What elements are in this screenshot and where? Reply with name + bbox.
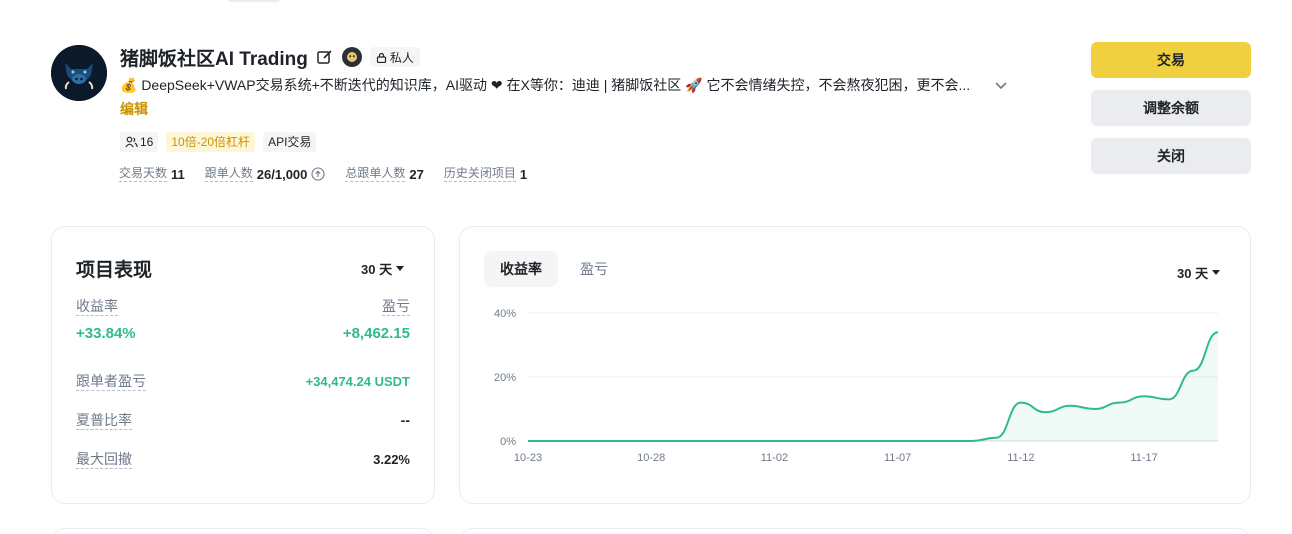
edit-icon[interactable] — [316, 48, 334, 66]
performance-title: 项目表现 — [76, 260, 153, 281]
roi-label: 收益率 — [76, 298, 118, 316]
stat-label: 交易天数 — [119, 166, 168, 182]
roi-value: +33.84% — [76, 325, 136, 342]
lock-icon — [376, 52, 387, 63]
stat-value: 11 — [171, 166, 185, 182]
pnl-label: 盈亏 — [382, 298, 410, 316]
leverage-tag: 10倍-20倍杠杆 — [166, 132, 256, 152]
x-tick-label: 11-07 — [884, 452, 911, 464]
x-tick-label: 11-12 — [1007, 452, 1034, 464]
sharpe-value: -- — [400, 412, 410, 428]
pnl-value: +8,462.15 — [342, 325, 410, 342]
stat-total-copiers: 总跟单人数 27 — [345, 166, 424, 182]
stat-trading-days: 交易天数 11 — [119, 166, 185, 182]
performance-card: 项目表现 30 天 收益率 盈亏 +33.84% +8,462.15 跟单者盈亏… — [51, 226, 435, 504]
x-tick-label: 10-28 — [637, 452, 665, 464]
y-tick-label: 0% — [500, 436, 516, 448]
x-tick-label: 11-02 — [761, 452, 788, 464]
lower-card-left — [51, 528, 435, 534]
private-label: 私人 — [389, 50, 414, 65]
stat-closed-projects: 历史关闭项目 1 — [443, 166, 528, 182]
private-badge: 私人 — [369, 47, 420, 67]
profile-stats: 交易天数 11 跟单人数 26/1,000 总跟单人数 27 历史关闭项目 1 — [119, 166, 527, 182]
stat-label: 总跟单人数 — [345, 166, 406, 182]
max-drawdown-value: 3.22% — [373, 452, 410, 467]
top-tab-indicator — [228, 0, 280, 2]
users-icon — [125, 136, 138, 148]
series-area — [528, 332, 1218, 441]
close-button[interactable]: 关闭 — [1091, 138, 1251, 174]
stat-value: 26/1,000 — [256, 166, 308, 182]
bot-badge-icon — [341, 47, 362, 67]
edit-link[interactable]: 编辑 — [120, 99, 148, 119]
chevron-down-icon[interactable] — [993, 77, 1009, 93]
api-tag: API交易 — [263, 132, 317, 152]
description-row: 💰 DeepSeek+VWAP交易系统+不断迭代的知识库，AI驱动 ❤ 在X等你… — [120, 75, 1020, 95]
roi-line-chart: 0% 20% 40% 10-23 10-28 11-02 11-07 11-12 11-17 — [494, 308, 1219, 464]
boar-logo-icon — [51, 45, 107, 101]
profile-tags: 16 10倍-20倍杠杆 API交易 — [120, 132, 317, 152]
copier-pnl-label: 跟单者盈亏 — [76, 373, 146, 391]
y-tick-label: 40% — [494, 308, 516, 320]
trade-button[interactable]: 交易 — [1091, 42, 1251, 78]
range-label: 30 天 — [361, 262, 393, 277]
caret-down-icon — [396, 266, 405, 271]
stat-value: 1 — [519, 166, 528, 182]
performance-range-select[interactable]: 30 天 — [361, 259, 405, 278]
stat-label: 历史关闭项目 — [443, 166, 516, 182]
stat-copiers: 跟单人数 26/1,000 — [204, 166, 326, 182]
max-drawdown-label: 最大回撤 — [76, 451, 132, 469]
avatar — [51, 45, 107, 101]
profile-description: 💰 DeepSeek+VWAP交易系统+不断迭代的知识库，AI驱动 ❤ 在X等你… — [120, 77, 970, 93]
arrow-up-circle-icon[interactable] — [311, 167, 325, 181]
lower-card-right — [459, 528, 1251, 534]
adjust-balance-button[interactable]: 调整余额 — [1091, 90, 1251, 126]
followers-count: 16 — [140, 135, 154, 149]
stat-value: 27 — [409, 166, 424, 182]
followers-tag: 16 — [120, 132, 159, 152]
copier-pnl-value: +34,474.24 USDT — [305, 374, 410, 389]
x-tick-label: 10-23 — [514, 452, 542, 464]
chart-card: 收益率 盈亏 30 天 0% 20% 40% 10-23 10-28 11-02 11-07… — [459, 226, 1251, 504]
sharpe-label: 夏普比率 — [76, 412, 132, 430]
x-tick-label: 11-17 — [1130, 452, 1157, 464]
stat-label: 跟单人数 — [204, 166, 253, 182]
y-tick-label: 20% — [494, 372, 516, 384]
page-title: 猪脚饭社区AI Trading — [120, 48, 308, 70]
profile-title-row: 猪脚饭社区AI Trading 私人 — [120, 44, 420, 70]
